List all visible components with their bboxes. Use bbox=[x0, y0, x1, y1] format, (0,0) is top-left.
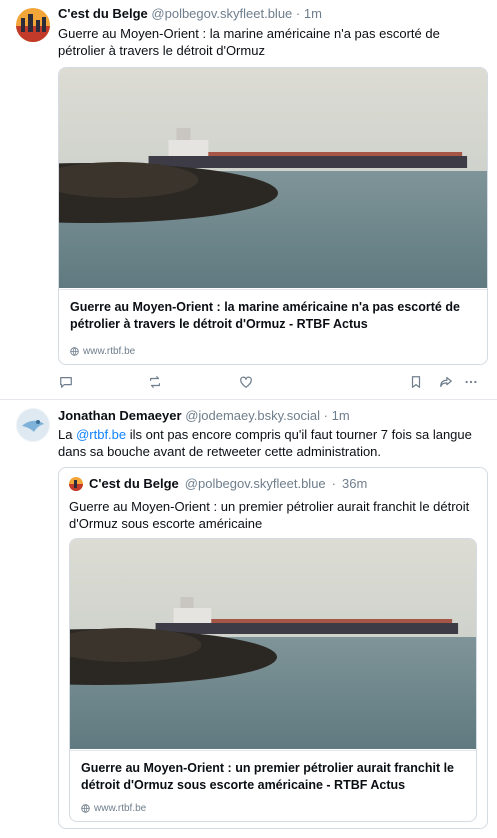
author-name[interactable]: Jonathan Demaeyer bbox=[58, 408, 182, 423]
quote-text: Guerre au Moyen-Orient : un premier pétr… bbox=[69, 499, 470, 531]
separator-dot: · bbox=[295, 6, 301, 21]
reply-icon[interactable] bbox=[58, 374, 74, 390]
post-text: Guerre au Moyen-Orient : la marine améri… bbox=[58, 26, 440, 58]
author-handle[interactable]: @jodemaey.bsky.social bbox=[185, 408, 320, 423]
card-image bbox=[70, 539, 476, 749]
author-handle[interactable]: @polbegov.skyfleet.blue bbox=[151, 6, 292, 21]
card-host: www.rtbf.be bbox=[70, 346, 135, 357]
author-handle[interactable]: @polbegov.skyfleet.blue bbox=[185, 476, 326, 491]
card-title[interactable]: Guerre au Moyen-Orient : un premier pétr… bbox=[81, 760, 465, 794]
card-host: www.rtbf.be bbox=[81, 803, 146, 814]
globe-icon bbox=[81, 804, 90, 813]
card-body: Guerre au Moyen-Orient : la marine améri… bbox=[59, 289, 487, 364]
repost-icon[interactable] bbox=[147, 374, 163, 390]
card-host-text: www.rtbf.be bbox=[94, 803, 147, 814]
feed-post[interactable]: Jonathan Demaeyer @jodemaey.bsky.social … bbox=[0, 401, 497, 838]
share-icon[interactable] bbox=[438, 374, 454, 390]
mention-link[interactable]: @rtbf.be bbox=[76, 427, 126, 442]
card-title[interactable]: Guerre au Moyen-Orient : la marine améri… bbox=[70, 299, 476, 333]
avatar[interactable] bbox=[16, 408, 50, 442]
quote-header: C'est du Belge @polbegov.skyfleet.blue ·… bbox=[69, 476, 367, 491]
like-icon[interactable] bbox=[238, 374, 254, 390]
card-image bbox=[59, 68, 487, 288]
post-time[interactable]: 36m bbox=[342, 476, 367, 491]
post-header: C'est du Belge @polbegov.skyfleet.blue ·… bbox=[58, 6, 322, 22]
avatar[interactable] bbox=[69, 476, 83, 491]
bookmark-icon[interactable] bbox=[408, 374, 424, 390]
separator-dot: · bbox=[331, 476, 336, 491]
avatar[interactable] bbox=[16, 8, 50, 42]
post-actions bbox=[58, 374, 478, 392]
more-icon[interactable] bbox=[463, 374, 479, 390]
link-card[interactable]: Guerre au Moyen-Orient : un premier pétr… bbox=[69, 538, 477, 822]
card-host-text: www.rtbf.be bbox=[83, 346, 136, 357]
feed-post[interactable]: C'est du Belge @polbegov.skyfleet.blue ·… bbox=[0, 0, 497, 400]
link-card[interactable]: Guerre au Moyen-Orient : la marine améri… bbox=[58, 67, 488, 365]
post-time[interactable]: 1m bbox=[304, 6, 322, 21]
post-text-prefix: La bbox=[58, 427, 77, 442]
card-body: Guerre au Moyen-Orient : un premier pétr… bbox=[70, 750, 476, 821]
author-name[interactable]: C'est du Belge bbox=[58, 6, 148, 21]
post-time[interactable]: 1m bbox=[332, 408, 350, 423]
globe-icon bbox=[70, 347, 79, 356]
quoted-post[interactable]: C'est du Belge @polbegov.skyfleet.blue ·… bbox=[58, 467, 488, 829]
separator-dot: · bbox=[323, 408, 328, 423]
post-text: La @rtbf.be ils ont pas encore compris q… bbox=[58, 426, 483, 460]
post-header: Jonathan Demaeyer @jodemaey.bsky.social … bbox=[58, 408, 350, 424]
author-name[interactable]: C'est du Belge bbox=[89, 476, 179, 491]
